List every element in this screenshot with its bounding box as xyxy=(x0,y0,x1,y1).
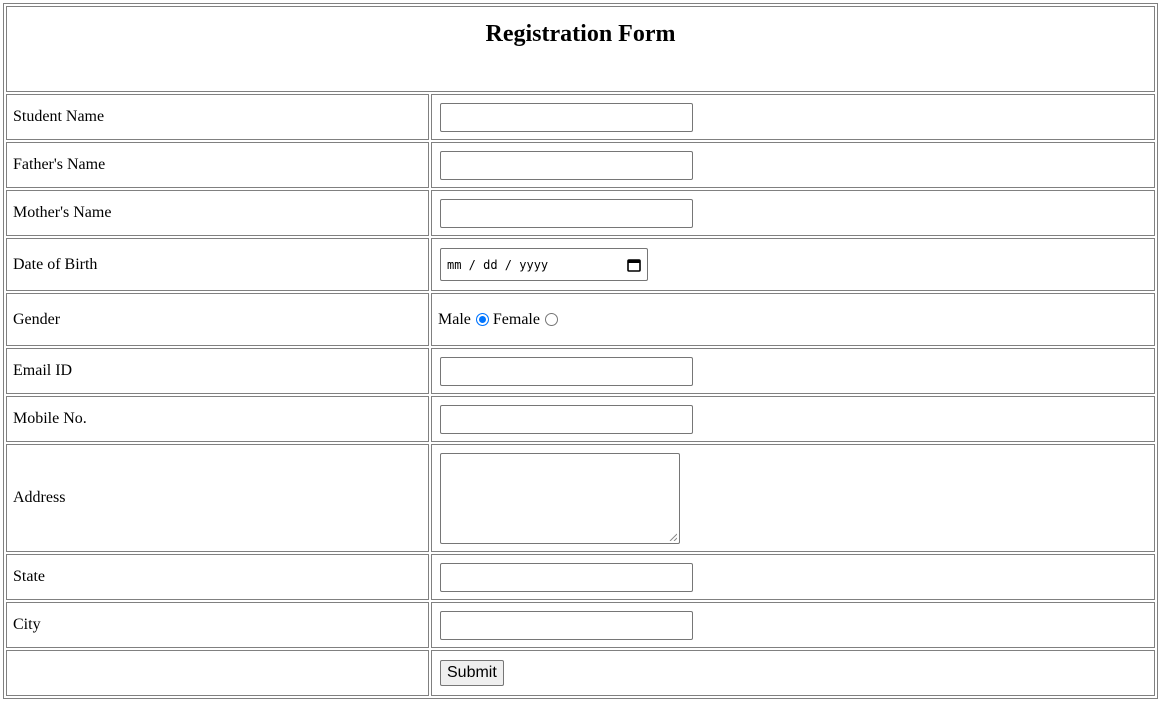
state-row: State xyxy=(6,554,1155,600)
dob-input[interactable]: mm / dd / yyyy xyxy=(440,248,648,281)
dob-label: Date of Birth xyxy=(6,238,429,291)
title-cell: Registration Form xyxy=(6,6,1155,92)
city-row: City xyxy=(6,602,1155,648)
student-name-label: Student Name xyxy=(6,94,429,140)
email-input[interactable] xyxy=(440,356,693,386)
father-name-row: Father's Name xyxy=(6,142,1155,188)
address-row: Address xyxy=(6,444,1155,552)
registration-form: Registration Form Student Name Father's … xyxy=(3,3,1158,699)
submit-row-empty-cell xyxy=(6,650,429,696)
dob-placeholder: mm / dd / yyyy xyxy=(447,257,549,272)
mother-name-row: Mother's Name xyxy=(6,190,1155,236)
student-name-row: Student Name xyxy=(6,94,1155,140)
calendar-icon[interactable] xyxy=(627,258,641,272)
mother-name-input[interactable] xyxy=(440,198,693,228)
title-row: Registration Form xyxy=(6,6,1155,92)
submit-button[interactable]: Submit xyxy=(440,660,504,686)
gender-female-radio[interactable] xyxy=(544,313,558,326)
mobile-input[interactable] xyxy=(440,404,693,434)
dob-row: Date of Birth mm / dd / yyyy xyxy=(6,238,1155,291)
city-label: City xyxy=(6,602,429,648)
state-input[interactable] xyxy=(440,562,693,592)
father-name-input[interactable] xyxy=(440,150,693,180)
resize-grip-icon[interactable] xyxy=(669,533,677,541)
email-label: Email ID xyxy=(6,348,429,394)
gender-row: Gender Male Female xyxy=(6,293,1155,346)
city-input[interactable] xyxy=(440,610,693,640)
father-name-label: Father's Name xyxy=(6,142,429,188)
gender-label: Gender xyxy=(6,293,429,346)
address-label: Address xyxy=(6,444,429,552)
state-label: State xyxy=(6,554,429,600)
gender-radio-group: Male Female xyxy=(438,311,562,329)
mobile-row: Mobile No. xyxy=(6,396,1155,442)
student-name-input[interactable] xyxy=(440,102,693,132)
gender-male-label: Male xyxy=(438,310,471,328)
address-textarea[interactable] xyxy=(440,452,680,544)
gender-male-radio[interactable] xyxy=(475,313,489,326)
email-row: Email ID xyxy=(6,348,1155,394)
mother-name-label: Mother's Name xyxy=(6,190,429,236)
page-title: Registration Form xyxy=(485,21,676,47)
mobile-label: Mobile No. xyxy=(6,396,429,442)
submit-row: Submit xyxy=(6,650,1155,696)
gender-female-label: Female xyxy=(492,310,540,328)
